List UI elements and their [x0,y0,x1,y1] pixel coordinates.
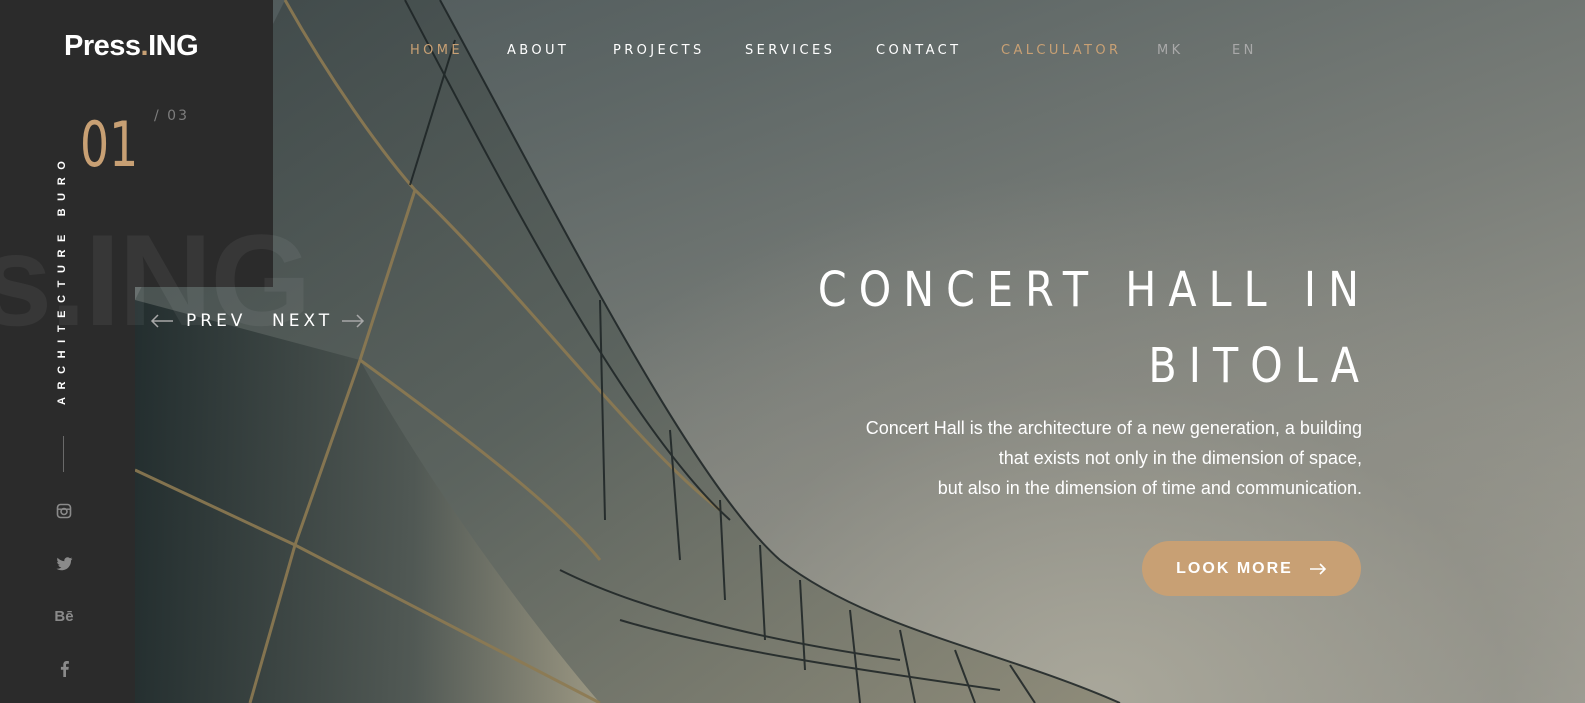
nav-home[interactable]: HOME [410,43,463,58]
next-label: NEXT [272,311,334,331]
instagram-icon[interactable] [52,501,76,521]
prev-button[interactable]: PREV [150,311,246,331]
hero-title-line1: CONCERT HALL IN [817,262,1371,318]
arrow-right-icon [1309,562,1327,575]
nav-services[interactable]: SERVICES [745,43,835,58]
hero-desc-line3: but also in the dimension of time and co… [937,478,1362,498]
hero-desc-line1: Concert Hall is the architecture of a ne… [865,418,1362,438]
sidebar-divider [63,436,64,472]
look-more-button[interactable]: LOOK MORE [1142,541,1361,596]
lang-mk[interactable]: MK [1157,43,1184,58]
hero-desc-line2: that exists not only in the dimension of… [998,448,1362,468]
twitter-icon[interactable] [52,554,76,574]
vertical-tagline: ARCHITECTURE BURO [56,153,68,405]
hero-title: CONCERT HALL IN BITOLA [769,252,1371,404]
arrow-left-icon [150,314,173,328]
slide-total-number: / 03 [154,108,189,124]
prev-label: PREV [186,311,247,331]
hero-description: Concert Hall is the architecture of a ne… [722,413,1362,503]
arrow-right-icon [342,314,365,328]
facebook-icon[interactable] [52,659,76,679]
behance-icon[interactable]: Bē [52,606,76,626]
nav-calculator[interactable]: CALCULATOR [1001,43,1121,58]
look-more-label: LOOK MORE [1176,559,1293,577]
main-navigation: HOME ABOUT PROJECTS SERVICES CONTACT CAL… [0,43,1585,63]
nav-projects[interactable]: PROJECTS [613,43,705,58]
next-button[interactable]: NEXT [272,311,365,331]
hero-title-line2: BITOLA [1148,338,1371,394]
slide-current-number: 01 [80,108,139,181]
nav-about[interactable]: ABOUT [507,43,569,58]
lang-en[interactable]: EN [1232,43,1257,58]
nav-contact[interactable]: CONTACT [876,43,961,58]
